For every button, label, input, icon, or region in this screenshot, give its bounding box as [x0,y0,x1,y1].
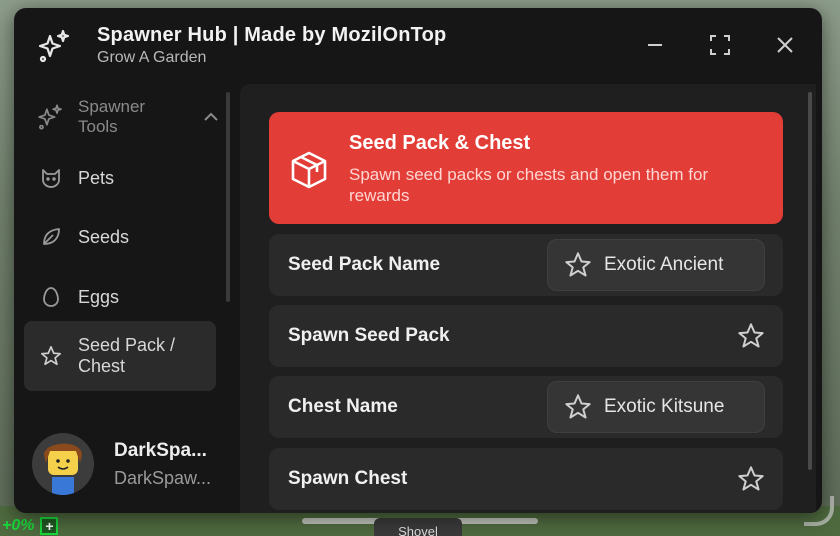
sparkles-icon [36,28,72,64]
package-icon [289,150,329,195]
main-scrollbar[interactable] [808,92,812,470]
seed-pack-name-dropdown[interactable]: Exotic Ancient [547,239,765,291]
egg-icon [43,287,59,307]
row-label: Chest Name [288,396,398,417]
window-subtitle: Grow A Garden [97,49,207,66]
section-banner: Seed Pack & Chest Spawn seed packs or ch… [269,112,783,224]
user-handle: DarkSpaw... [114,467,212,488]
sidebar: Spawner Tools Pets Seeds Eggs Seed Pack … [14,84,234,513]
star-icon [565,252,591,277]
spawn-chest-row[interactable]: Spawn Chest [269,448,783,510]
leaf-icon [43,228,60,245]
title-bar: Spawner Hub | Made by MozilOnTop Grow A … [14,8,822,84]
close-button[interactable] [770,30,800,60]
close-icon [777,37,793,53]
banner-description: Spawn seed packs or chests and open them… [349,165,709,205]
sidebar-item-label: Pets [78,167,115,188]
cat-icon [42,169,60,188]
sidebar-item-label: Eggs [78,286,120,307]
row-label: Spawn Seed Pack [288,325,450,346]
sidebar-group-label: Spawner Tools [78,97,146,136]
main-panel: Seed Pack & Chest Spawn seed packs or ch… [240,84,816,513]
minimize-icon [648,44,662,46]
banner-title: Seed Pack & Chest [349,132,531,154]
hud-stat-value: +0% [2,517,35,534]
sparkles-icon [38,104,62,130]
user-profile[interactable]: DarkSpa... DarkSpaw... [32,433,232,495]
dropdown-value: Exotic Ancient [604,254,724,275]
chest-name-dropdown[interactable]: Exotic Kitsune [547,381,765,433]
hud-plus-button[interactable]: + [40,517,59,535]
star-icon[interactable] [737,322,765,350]
minimize-button[interactable] [640,30,670,60]
sidebar-item-seed-pack-chest[interactable]: Seed Pack / Chest [24,321,216,391]
star-icon [565,394,591,419]
hud-stat: +0% + [0,516,80,536]
sidebar-item-label: Seeds [78,226,130,247]
star-icon[interactable] [737,465,765,493]
maximize-icon [710,35,730,55]
sidebar-item-pets[interactable]: Pets [24,156,216,200]
chest-name-row: Chest Name Exotic Kitsune [269,376,783,438]
user-name: DarkSpa... [114,439,207,461]
avatar [32,433,94,495]
chevron-up-icon [204,112,218,121]
sidebar-item-label: Seed Pack / Chest [78,335,176,376]
spawn-seed-pack-row[interactable]: Spawn Seed Pack [269,305,783,367]
row-label: Spawn Chest [288,468,408,489]
seed-pack-name-row: Seed Pack Name Exotic Ancient [269,234,783,296]
window-title: Spawner Hub | Made by MozilOnTop [97,24,447,46]
sidebar-group-spawner-tools[interactable]: Spawner Tools [36,94,226,140]
sidebar-item-seeds[interactable]: Seeds [24,215,216,259]
dropdown-value: Exotic Kitsune [604,396,725,417]
star-icon [41,346,61,366]
sidebar-item-eggs[interactable]: Eggs [24,275,216,319]
maximize-button[interactable] [705,30,735,60]
sidebar-scrollbar[interactable] [226,92,230,302]
hud-tool-slot[interactable]: Shovel [374,518,462,536]
spawner-hub-window: Spawner Hub | Made by MozilOnTop Grow A … [14,8,822,513]
row-label: Seed Pack Name [288,254,441,275]
